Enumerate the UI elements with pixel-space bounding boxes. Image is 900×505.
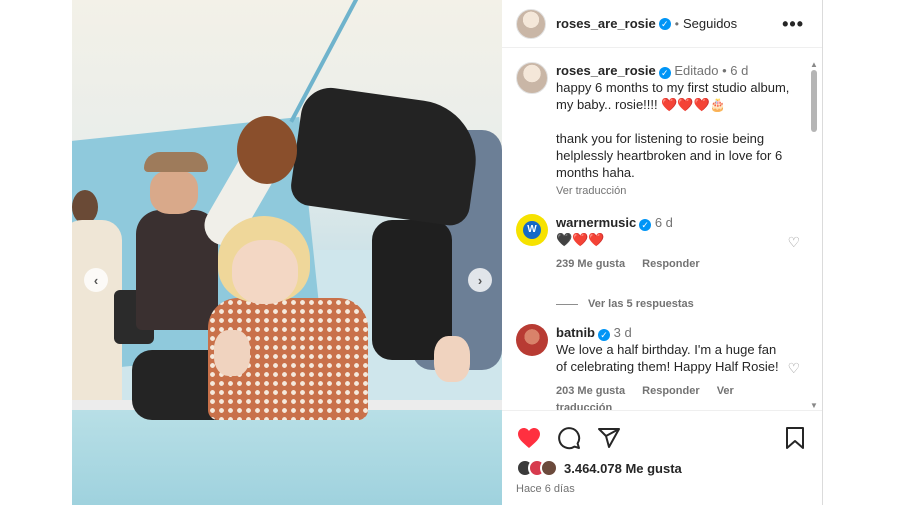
scroll-up-icon[interactable]: ▲ bbox=[810, 60, 818, 69]
view-replies-link[interactable]: Ver las 5 respuestas bbox=[556, 298, 694, 310]
verified-badge-icon: ✓ bbox=[658, 17, 671, 30]
post-header: roses_are_rosie ✓ • Seguidos ••• bbox=[502, 0, 822, 48]
author-avatar[interactable] bbox=[516, 8, 546, 39]
post-timestamp: Hace 6 días bbox=[516, 483, 575, 495]
photo-person-left-head bbox=[72, 190, 98, 224]
liker-avatar bbox=[540, 459, 558, 477]
photo-hand-right bbox=[434, 336, 470, 382]
chevron-right-icon: › bbox=[477, 272, 483, 288]
comment-text: 🖤❤️❤️ bbox=[556, 232, 605, 247]
like-comment-heart-icon[interactable]: ♡ bbox=[787, 360, 800, 377]
comment-text: We love a half birthday. I'm a huge fan … bbox=[556, 342, 779, 374]
comment-likes[interactable]: 239 Me gusta bbox=[556, 258, 625, 270]
likes-summary[interactable]: 3.464.078 Me gusta bbox=[516, 459, 682, 477]
caption: roses_are_rosie ✓ Editado • 6 d happy 6 m… bbox=[516, 62, 806, 200]
caption-avatar[interactable] bbox=[516, 62, 548, 94]
scroll-down-icon[interactable]: ▼ bbox=[810, 401, 818, 410]
comment-warnermusic: W warnermusic ✓ 6 d 🖤❤️❤️ 239 Me gusta Re… bbox=[516, 214, 806, 273]
comment-age[interactable]: 6 d bbox=[655, 215, 673, 230]
author-username[interactable]: roses_are_rosie bbox=[556, 16, 656, 31]
verified-badge-icon: ✓ bbox=[658, 67, 671, 79]
view-replies-label: Ver las 5 respuestas bbox=[588, 298, 694, 310]
commenter-avatar[interactable]: W bbox=[516, 214, 548, 246]
photo-girl-face bbox=[232, 240, 298, 304]
following-button[interactable]: Seguidos bbox=[683, 16, 737, 31]
commenter-username[interactable]: batnib bbox=[556, 325, 595, 340]
scrollbar-thumb[interactable] bbox=[811, 70, 817, 132]
more-options-icon[interactable]: ••• bbox=[782, 14, 804, 35]
warner-logo-icon: W bbox=[523, 221, 541, 239]
commenter-avatar[interactable] bbox=[516, 324, 548, 356]
share-icon bbox=[598, 428, 620, 448]
caption-text-2: thank you for listening to rosie being h… bbox=[556, 131, 783, 180]
separator-dot: • bbox=[674, 16, 679, 31]
next-photo-button[interactable]: › bbox=[468, 268, 492, 292]
verified-badge-icon: ✓ bbox=[598, 329, 610, 341]
caption-text-1: happy 6 months to my first studio album,… bbox=[556, 80, 790, 112]
photo-cap bbox=[144, 152, 208, 172]
share-button[interactable] bbox=[596, 425, 622, 451]
translate-link[interactable]: Ver traducción bbox=[556, 185, 626, 197]
like-count[interactable]: 3.464.078 Me gusta bbox=[564, 461, 682, 476]
chevron-left-icon: ‹ bbox=[93, 272, 99, 288]
comments-scroll-area[interactable]: roses_are_rosie ✓ Editado • 6 d happy 6 m… bbox=[502, 48, 822, 410]
like-button[interactable] bbox=[516, 425, 542, 451]
photo-person-cap-face bbox=[150, 170, 198, 214]
comment-button[interactable] bbox=[556, 425, 582, 451]
comment-likes[interactable]: 203 Me gusta bbox=[556, 385, 625, 397]
save-button[interactable] bbox=[782, 425, 808, 451]
reply-button[interactable]: Responder bbox=[642, 385, 699, 397]
post-side-panel: roses_are_rosie ✓ • Seguidos ••• roses_a… bbox=[502, 0, 822, 505]
caption-age[interactable]: 6 d bbox=[730, 63, 748, 78]
photo-hand-left bbox=[214, 330, 250, 376]
previous-photo-button[interactable]: ‹ bbox=[84, 268, 108, 292]
separator-dot: • bbox=[722, 63, 727, 78]
photo-floor bbox=[72, 410, 502, 505]
heart-filled-icon bbox=[518, 428, 540, 448]
like-comment-heart-icon[interactable]: ♡ bbox=[787, 234, 800, 251]
caption-edited-label: Editado bbox=[674, 63, 719, 78]
post-photo[interactable]: ‹ › bbox=[72, 0, 502, 505]
comments-scrollbar[interactable]: ▲ ▼ bbox=[810, 60, 818, 410]
caption-username[interactable]: roses_are_rosie bbox=[556, 63, 656, 78]
bookmark-icon bbox=[786, 427, 804, 449]
commenter-username[interactable]: warnermusic bbox=[556, 215, 636, 230]
photo-man-head bbox=[237, 116, 297, 184]
post-actions: 3.464.078 Me gusta Hace 6 días bbox=[502, 410, 822, 505]
verified-badge-icon: ✓ bbox=[639, 219, 652, 231]
replies-line bbox=[556, 303, 578, 305]
comment-age[interactable]: 3 d bbox=[614, 325, 632, 340]
comment-batnib: batnib ✓ 3 d We love a half birthday. I'm… bbox=[516, 324, 806, 410]
comment-icon bbox=[558, 427, 581, 450]
reply-button[interactable]: Responder bbox=[642, 258, 699, 270]
instagram-post: ‹ › roses_are_rosie ✓ • Seguidos ••• ros… bbox=[72, 0, 823, 505]
